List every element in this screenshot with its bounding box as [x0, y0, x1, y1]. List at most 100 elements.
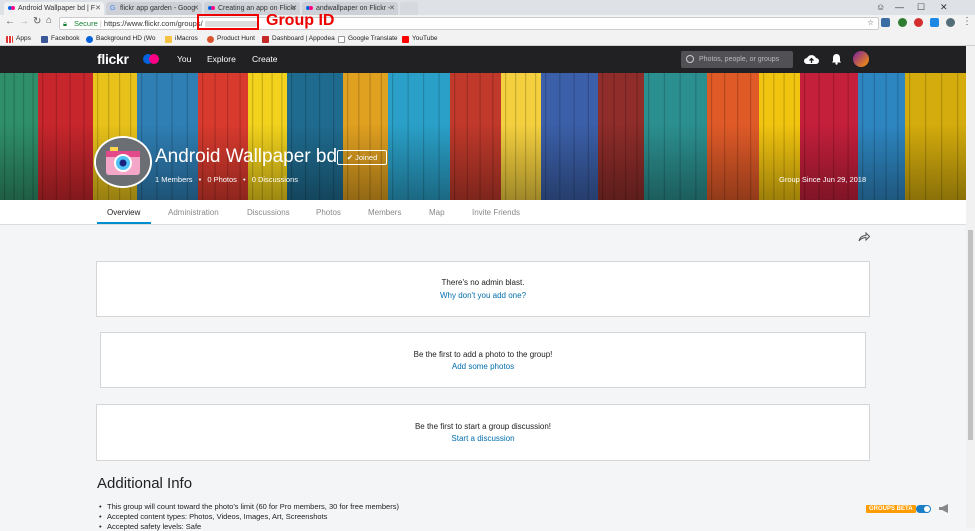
back-icon[interactable]: ←: [5, 16, 15, 27]
group-since: Group Since Jun 29, 2018: [779, 175, 867, 184]
megaphone-icon[interactable]: [938, 503, 951, 514]
bookmark-imacros[interactable]: iMacros: [165, 32, 198, 46]
share-icon[interactable]: [858, 232, 870, 242]
maximize-icon[interactable]: ☐: [917, 0, 925, 14]
tab-overview[interactable]: Overview: [107, 208, 140, 217]
url-text: https://www.flickr.com/groups/: [103, 19, 203, 28]
flickr-dots-icon[interactable]: [143, 54, 159, 64]
camera-icon: [96, 138, 150, 186]
flickr-logo[interactable]: flickr: [97, 51, 129, 67]
notifications-bell-icon[interactable]: [831, 53, 842, 65]
bookmark-label: Dashboard | Appodea: [272, 35, 335, 42]
bookmark-facebook[interactable]: Facebook: [41, 32, 80, 46]
flickr-navbar: flickr You Explore Create Photos, people…: [0, 46, 975, 73]
bookmark-label: YouTube: [412, 35, 438, 42]
home-icon[interactable]: ⌂: [46, 15, 52, 26]
search-placeholder: Photos, people, or groups: [699, 56, 780, 63]
flickr-favicon-icon: [208, 6, 215, 11]
menu-icon[interactable]: ⋮: [962, 16, 972, 27]
add-admin-blast-link[interactable]: Why don't you add one?: [97, 291, 869, 300]
new-tab-button[interactable]: [400, 2, 418, 15]
group-id-callout-label: Group ID: [266, 12, 335, 29]
tab-label: flickr app garden - Goog: [120, 5, 196, 12]
admin-blast-text: There's no admin blast.: [441, 278, 525, 287]
extension-icon[interactable]: [898, 18, 907, 27]
user-avatar[interactable]: [853, 51, 869, 67]
bookmarks-bar: Apps Facebook Background HD (Wo iMacros …: [0, 32, 975, 46]
info-item: This group will count toward the photo's…: [99, 502, 399, 511]
minimize-icon[interactable]: —: [895, 0, 904, 14]
admin-blast-panel: There's no admin blast. Why don't you ad…: [96, 261, 870, 317]
close-window-icon[interactable]: ✕: [940, 0, 948, 14]
tab-label: Creating an app on Flickr: [218, 5, 297, 12]
extension-icon[interactable]: [914, 18, 923, 27]
info-item: Accepted safety levels: Safe: [99, 522, 201, 531]
bookmark-apps[interactable]: Apps: [6, 32, 31, 46]
add-photos-link[interactable]: Add some photos: [101, 362, 865, 371]
forward-icon[interactable]: →: [19, 16, 29, 27]
close-tab-icon[interactable]: ✕: [389, 2, 395, 15]
bookmark-dashboard[interactable]: Dashboard | Appodea: [262, 32, 335, 46]
secure-label: Secure: [74, 19, 98, 28]
profile-icon[interactable]: ☺: [876, 0, 885, 14]
tab-members[interactable]: Members: [368, 208, 401, 217]
tab-label: andwallpaper on Flickr -: [316, 5, 391, 12]
upload-cloud-icon[interactable]: [804, 53, 819, 65]
discussion-panel: Be the first to start a group discussion…: [96, 404, 870, 461]
nav-create[interactable]: Create: [252, 54, 278, 64]
nav-explore[interactable]: Explore: [207, 54, 236, 64]
group-stats: 1 Members • 0 Photos • 0 Discussions: [155, 175, 298, 184]
tab-label: Android Wallpaper bd | F: [18, 5, 96, 12]
browser-tab-bar: Android Wallpaper bd | F ✕ G flickr app …: [0, 0, 975, 15]
reload-icon[interactable]: ↻: [33, 16, 41, 27]
photos-count[interactable]: 0 Photos: [207, 175, 237, 184]
bookmark-label: Apps: [16, 35, 31, 42]
members-count[interactable]: 1 Members: [155, 175, 193, 184]
bookmark-label: Product Hunt: [217, 35, 255, 42]
group-id-callout-box: [197, 14, 259, 30]
bookmark-label: Google Translate: [348, 35, 398, 42]
search-icon: [686, 55, 694, 63]
bookmark-product-hunt[interactable]: Product Hunt: [207, 32, 255, 46]
start-discussion-link[interactable]: Start a discussion: [97, 434, 869, 443]
group-title: Android Wallpaper bd: [155, 146, 338, 167]
nav-you[interactable]: You: [177, 54, 191, 64]
flickr-favicon-icon: [306, 6, 313, 11]
close-tab-icon[interactable]: ✕: [95, 2, 101, 15]
extension-icon[interactable]: [881, 18, 890, 27]
url-input[interactable]: 🔒︎ Secure | https://www.flickr.com/group…: [59, 17, 879, 30]
tab-discussions[interactable]: Discussions: [247, 208, 290, 217]
extension-icon[interactable]: [930, 18, 939, 27]
add-photos-panel: Be the first to add a photo to the group…: [100, 332, 866, 388]
lock-icon: 🔒︎: [63, 19, 67, 28]
additional-info-heading: Additional Info: [97, 475, 193, 492]
bookmark-label: Background HD (Wo: [96, 35, 156, 42]
tab-administration[interactable]: Administration: [168, 208, 219, 217]
info-item: Accepted content types: Photos, Videos, …: [99, 512, 327, 521]
bookmark-google-translate[interactable]: Google Translate: [338, 32, 398, 46]
groups-beta-toggle[interactable]: [916, 505, 931, 513]
active-tab-indicator: [97, 222, 151, 224]
joined-button[interactable]: ✔ Joined: [337, 150, 387, 165]
add-photo-prompt: Be the first to add a photo to the group…: [413, 350, 553, 359]
tab-map[interactable]: Map: [429, 208, 445, 217]
discussions-count[interactable]: 0 Discussions: [252, 175, 298, 184]
group-avatar: [94, 136, 152, 188]
tab-google-search[interactable]: G flickr app garden - Goog ✕: [106, 2, 202, 15]
google-favicon-icon: G: [110, 5, 116, 12]
flickr-search-input[interactable]: Photos, people, or groups: [681, 51, 793, 68]
bookmark-label: Facebook: [51, 35, 80, 42]
bookmark-youtube[interactable]: YouTube: [402, 32, 438, 46]
tab-photos[interactable]: Photos: [316, 208, 341, 217]
groups-beta-badge: GROUPS BETA: [866, 505, 916, 513]
bookmark-label: iMacros: [175, 35, 198, 42]
flickr-favicon-icon: [8, 6, 15, 11]
scrollbar-thumb[interactable]: [968, 230, 973, 440]
discussion-prompt: Be the first to start a group discussion…: [414, 422, 552, 431]
group-subnav: Overview Administration Discussions Phot…: [0, 200, 975, 225]
tab-flickr-group[interactable]: Android Wallpaper bd | F ✕: [4, 2, 104, 15]
tab-invite-friends[interactable]: Invite Friends: [472, 208, 520, 217]
extension-icon[interactable]: [946, 18, 955, 27]
bookmark-background-hd[interactable]: Background HD (Wo: [86, 32, 156, 46]
bookmark-star-icon[interactable]: ☆: [867, 17, 874, 28]
